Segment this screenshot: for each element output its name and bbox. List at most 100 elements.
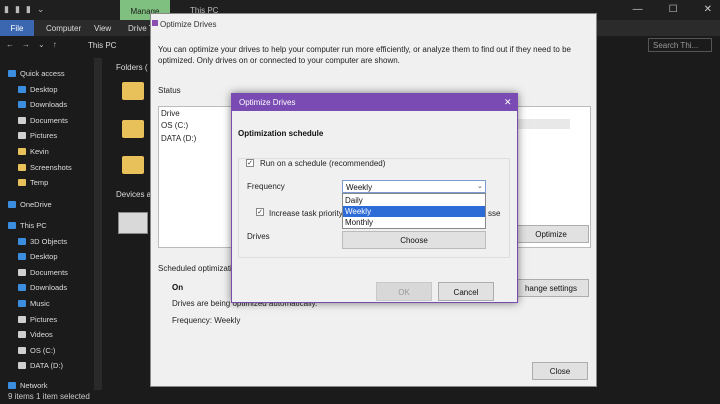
frequency-option-daily[interactable]: Daily [343,195,485,206]
desktop-icon [18,253,26,260]
schedule-heading: Optimization schedule [238,129,324,138]
folder-icon[interactable] [122,120,144,138]
back-icon[interactable]: ← [6,40,14,49]
qat-icon[interactable]: ▮ [4,4,9,15]
close-icon[interactable]: ✕ [704,4,712,15]
sidebar-item-downloads-pc[interactable]: Downloads [18,283,67,292]
sidebar-item-data-d[interactable]: DATA (D:) [18,361,63,370]
address-path[interactable]: This PC [88,41,116,50]
minimize-icon[interactable]: — [633,4,643,15]
increase-priority-tail: sse [488,209,501,218]
drive-icon [18,347,26,354]
window-controls: — ☐ ✕ [633,4,712,15]
optimize-description: You can optimize your drives to help you… [158,45,571,65]
frequency-option-monthly[interactable]: Monthly [343,217,485,228]
search-input[interactable]: Search Thi... [648,38,712,52]
status-bar [0,390,720,404]
music-icon [18,300,26,307]
sidebar-item-videos[interactable]: Videos [18,330,53,339]
chevron-down-icon[interactable]: ⌄ [477,182,483,190]
folder-icon [18,179,26,186]
navigation-pane: Quick access Desktop Downloads Documents… [0,58,104,390]
sidebar-item-music[interactable]: Music [18,299,50,308]
sidebar-item-onedrive[interactable]: OneDrive [8,200,52,209]
run-schedule-label: Run on a schedule (recommended) [260,159,386,168]
ok-button[interactable]: OK [376,282,432,301]
frequency-label: Frequency [247,182,285,191]
status-label: Status [158,86,181,95]
forward-icon[interactable]: → [22,40,30,49]
frequency-option-weekly[interactable]: Weekly [343,206,485,217]
optimize-button[interactable]: Optimize [513,225,589,243]
recent-icon[interactable]: ⌄ [38,40,45,49]
download-icon [18,101,26,108]
drive-icon [18,362,26,369]
sidebar-item-desktop[interactable]: Desktop [18,85,58,94]
sidebar-item-pictures[interactable]: Pictures [18,131,57,140]
star-icon [8,70,16,77]
folder-icon [18,148,26,155]
computer-icon [8,222,16,229]
sidebar-item-pictures-pc[interactable]: Pictures [18,315,57,324]
sidebar-item-desktop-pc[interactable]: Desktop [18,252,58,261]
qat-dropdown-icon[interactable]: ⌄ [37,4,45,15]
devices-group-header[interactable]: Devices a [116,190,151,199]
drive-icon[interactable] [118,212,148,234]
cube-icon [18,238,26,245]
table-row[interactable]: DATA (D:) [161,134,196,143]
table-row[interactable]: OS (C:) [161,121,188,130]
qat-icon[interactable]: ▮ [15,4,20,15]
frequency-status: Frequency: Weekly [172,316,241,325]
qat-icon[interactable]: ▮ [26,4,31,15]
sidebar-item-downloads[interactable]: Downloads [18,100,67,109]
nav-scrollbar[interactable] [94,58,102,390]
sidebar-item-temp[interactable]: Temp [18,178,48,187]
download-icon [18,284,26,291]
optimize-window-title: Optimize Drives [160,20,217,29]
sidebar-item-3d-objects[interactable]: 3D Objects [18,237,67,246]
network-icon [8,382,16,389]
sidebar-item-documents-pc[interactable]: Documents [18,268,68,277]
picture-icon [18,132,26,139]
sidebar-item-network[interactable]: Network [8,381,48,390]
sidebar-item-kevin[interactable]: Kevin [18,147,49,156]
dialog-close-icon[interactable]: ✕ [504,97,512,108]
sidebar-item-documents[interactable]: Documents [18,116,68,125]
nav-buttons: ← → ⌄ ↑ [6,40,57,49]
status-text: 9 items 1 item selected [8,392,90,401]
schedule-on-label: On [172,283,184,292]
scheduled-optimization-label: Scheduled optimizati [158,264,232,273]
dialog-title: Optimize Drives [231,93,518,111]
cancel-button[interactable]: Cancel [438,282,494,301]
video-icon [18,331,26,338]
choose-button[interactable]: Choose [342,231,486,249]
increase-priority-checkbox[interactable]: ✓ [256,208,264,216]
up-icon[interactable]: ↑ [53,40,57,49]
document-icon [18,269,26,276]
folders-group-header[interactable]: Folders ( [116,63,148,72]
change-settings-button[interactable]: hange settings [513,279,589,297]
quick-access-toolbar[interactable]: ▮ ▮ ▮ ⌄ [4,4,44,15]
frequency-select[interactable]: Weekly [342,180,486,193]
close-button[interactable]: Close [532,362,588,380]
tab-computer[interactable]: Computer [46,24,81,33]
drives-label: Drives [247,232,270,241]
document-icon [18,117,26,124]
picture-icon [18,316,26,323]
maximize-icon[interactable]: ☐ [669,4,678,15]
folder-icon[interactable] [122,156,144,174]
folder-icon[interactable] [122,82,144,100]
folder-icon [18,164,26,171]
increase-priority-label: Increase task priority [269,209,343,218]
defrag-icon [152,20,158,26]
drive-column-header[interactable]: Drive [161,109,180,118]
sidebar-item-screenshots[interactable]: Screenshots [18,163,72,172]
sidebar-item-quick-access[interactable]: Quick access [8,69,65,78]
sidebar-item-os-c[interactable]: OS (C:) [18,346,55,355]
sidebar-item-this-pc[interactable]: This PC [8,221,47,230]
cloud-icon [8,201,16,208]
desktop-icon [18,86,26,93]
run-schedule-checkbox[interactable]: ✓ [246,159,254,167]
tab-file[interactable]: File [0,20,34,36]
tab-view[interactable]: View [94,24,111,33]
